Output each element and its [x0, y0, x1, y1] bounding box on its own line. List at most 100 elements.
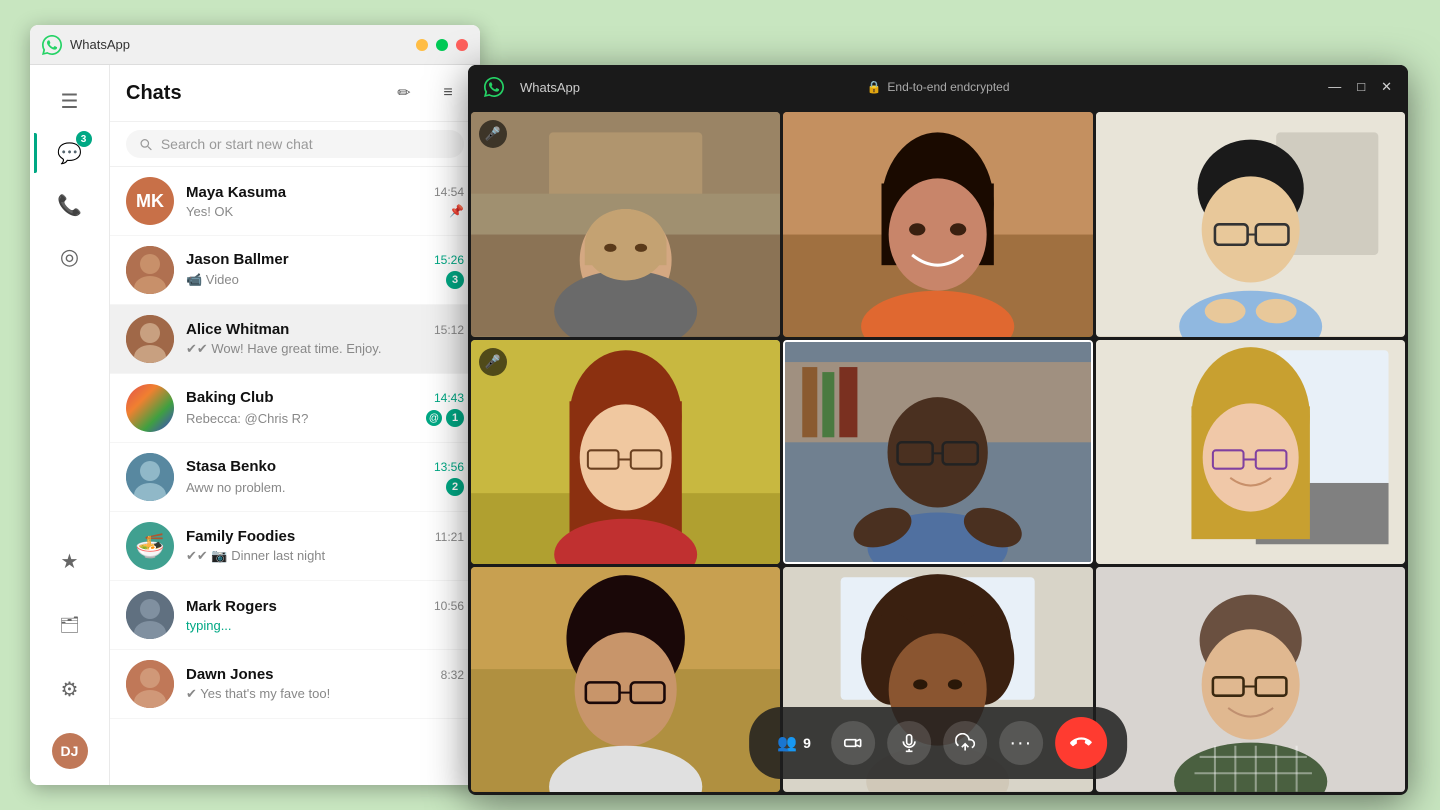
chat-name: Alice Whitman: [186, 321, 289, 338]
person-9: [1096, 567, 1405, 792]
video-cell-3: [1096, 112, 1405, 337]
close-button[interactable]: ✕: [456, 39, 468, 51]
search-input-wrap[interactable]: [126, 130, 464, 158]
avatar: [126, 591, 174, 639]
list-item[interactable]: Dawn Jones 8:32 ✔ Yes that's my fave too…: [110, 650, 480, 719]
chat-time: 10:56: [434, 599, 464, 613]
sidebar-item-chats[interactable]: 💬 3: [50, 133, 90, 173]
video-feed-2: [783, 112, 1092, 337]
search-bar: [110, 122, 480, 167]
list-item[interactable]: Jason Ballmer 15:26 📹 Video 3: [110, 236, 480, 305]
video-maximize-button[interactable]: □: [1357, 79, 1365, 95]
chat-info: Family Foodies 11:21 ✔✔ 📷 Dinner last ni…: [186, 528, 464, 564]
chat-info: Baking Club 14:43 Rebecca: @Chris R? @ 1: [186, 389, 464, 427]
list-item[interactable]: 🍜 Family Foodies 11:21 ✔✔ 📷 Dinner last …: [110, 512, 480, 581]
window-controls: — □ ✕: [416, 39, 468, 51]
microphone-icon: [899, 733, 919, 753]
avatar: [126, 315, 174, 363]
encryption-text: End-to-end endcrypted: [887, 80, 1009, 94]
video-feed-1: [471, 112, 780, 337]
video-close-button[interactable]: ✕: [1381, 79, 1392, 95]
chat-top: Dawn Jones 8:32: [186, 666, 464, 683]
sidebar-item-calls[interactable]: 📞: [50, 185, 90, 225]
sidebar-item-settings[interactable]: ⚙: [50, 669, 90, 709]
microphone-button[interactable]: [887, 721, 931, 765]
chat-preview: ✔ Yes that's my fave too!: [186, 686, 330, 702]
video-feed-7: [471, 567, 780, 792]
chat-info: Dawn Jones 8:32 ✔ Yes that's my fave too…: [186, 666, 464, 702]
chat-top: Stasa Benko 13:56: [186, 458, 464, 475]
chat-time: 15:12: [434, 323, 464, 337]
chat-info: Maya Kasuma 14:54 Yes! OK 📌: [186, 184, 464, 219]
video-window-controls: — □ ✕: [1328, 79, 1392, 95]
list-item[interactable]: Mark Rogers 10:56 typing...: [110, 581, 480, 650]
window-title: WhatsApp: [70, 37, 416, 52]
sidebar-item-status[interactable]: ◎: [50, 237, 90, 277]
mute-icon-1: 🎤: [485, 126, 501, 142]
video-grid: 🎤: [468, 109, 1408, 795]
chat-info: Mark Rogers 10:56 typing...: [186, 598, 464, 633]
list-item[interactable]: Stasa Benko 13:56 Aww no problem. 2: [110, 443, 480, 512]
video-cell-1: 🎤: [471, 112, 780, 337]
list-item[interactable]: Baking Club 14:43 Rebecca: @Chris R? @ 1: [110, 374, 480, 443]
video-feed-4: [471, 340, 780, 565]
chat-bottom: ✔✔ 📷 Dinner last night: [186, 548, 464, 564]
sidebar-item-archived[interactable]: 🗂: [50, 605, 90, 645]
video-feed-6: [1096, 340, 1405, 565]
lock-icon: 🔒: [866, 80, 881, 94]
search-input[interactable]: [161, 136, 452, 152]
user-avatar[interactable]: DJ: [52, 733, 88, 769]
chat-bottom: Aww no problem. 2: [186, 478, 464, 496]
video-feed-5: [785, 342, 1090, 563]
new-chat-button[interactable]: ✏: [388, 77, 420, 109]
chat-preview: ✔✔ Wow! Have great time. Enjoy.: [186, 341, 381, 357]
chat-time: 14:43: [434, 391, 464, 405]
chat-time: 14:54: [434, 185, 464, 199]
avatar: [126, 453, 174, 501]
chat-top: Family Foodies 11:21: [186, 528, 464, 545]
chat-name: Mark Rogers: [186, 598, 277, 615]
avatar-img: [126, 591, 174, 639]
chat-preview: ✔✔ 📷 Dinner last night: [186, 548, 325, 564]
person-4: [471, 340, 780, 565]
sidebar-item-starred[interactable]: ★: [50, 541, 90, 581]
list-item[interactable]: Alice Whitman 15:12 ✔✔ Wow! Have great t…: [110, 305, 480, 374]
chat-list: MK Maya Kasuma 14:54 Yes! OK 📌: [110, 167, 480, 777]
sidebar-item-menu[interactable]: ☰: [50, 81, 90, 121]
end-call-button[interactable]: [1055, 717, 1107, 769]
video-toggle-button[interactable]: [831, 721, 875, 765]
chat-top: Mark Rogers 10:56: [186, 598, 464, 615]
unread-badge: 3: [446, 271, 464, 289]
video-minimize-button[interactable]: —: [1328, 79, 1341, 95]
chat-preview: 📹 Video: [186, 272, 239, 288]
list-item[interactable]: MK Maya Kasuma 14:54 Yes! OK 📌: [110, 167, 480, 236]
video-call-window: WhatsApp 🔒 End-to-end endcrypted — □ ✕: [468, 65, 1408, 795]
share-icon: [955, 733, 975, 753]
minimize-button[interactable]: —: [416, 39, 428, 51]
main-window: WhatsApp — □ ✕ ☰ 💬 3 📞 ◎ ★ 🗂 ⚙ DJ Chats …: [30, 25, 480, 785]
chat-preview: Aww no problem.: [186, 480, 285, 495]
video-cell-7: [471, 567, 780, 792]
more-options-button[interactable]: ···: [999, 721, 1043, 765]
chat-info: Stasa Benko 13:56 Aww no problem. 2: [186, 458, 464, 496]
chat-time: 13:56: [434, 460, 464, 474]
chat-bottom: Rebecca: @Chris R? @ 1: [186, 409, 464, 427]
filter-button[interactable]: ≡: [432, 77, 464, 109]
avatar-img: [126, 246, 174, 294]
person-2: [783, 112, 1092, 337]
video-cell-9: [1096, 567, 1405, 792]
search-icon: [138, 136, 153, 152]
chat-bottom: ✔✔ Wow! Have great time. Enjoy.: [186, 341, 464, 357]
maximize-button[interactable]: □: [436, 39, 448, 51]
person-6: [1096, 340, 1405, 565]
share-screen-button[interactable]: [943, 721, 987, 765]
count-number: 9: [803, 735, 811, 751]
mute-icon-4: 🎤: [485, 354, 501, 370]
video-title-bar: WhatsApp 🔒 End-to-end endcrypted — □ ✕: [468, 65, 1408, 109]
title-bar: WhatsApp — □ ✕: [30, 25, 480, 65]
chat-time: 11:21: [435, 530, 464, 544]
chat-bottom: ✔ Yes that's my fave too!: [186, 686, 464, 702]
chat-preview: Yes! OK: [186, 204, 233, 219]
avatar-img: [126, 453, 174, 501]
people-icon: 👥: [777, 733, 797, 753]
